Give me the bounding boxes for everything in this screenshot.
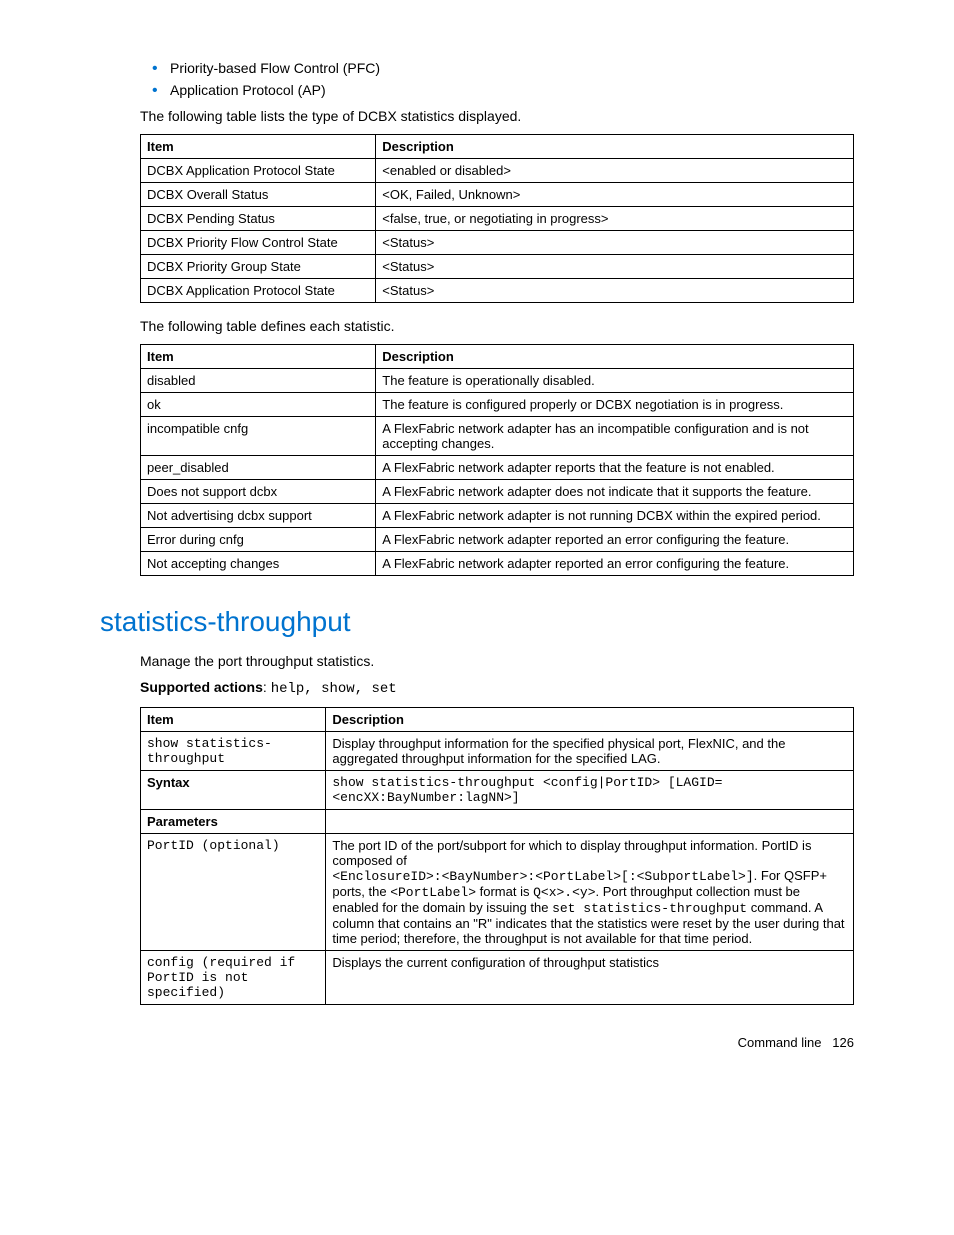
desc-text: format is <box>476 884 533 899</box>
table-cell: Parameters <box>141 810 326 834</box>
table-cell: Syntax <box>141 771 326 810</box>
table-cell: A FlexFabric network adapter is not runn… <box>376 504 854 528</box>
supported-actions: Supported actions: help, show, set <box>140 679 854 697</box>
table-cell: show statistics-throughput <config|PortI… <box>326 771 854 810</box>
section-intro: Manage the port throughput statistics. <box>140 653 854 669</box>
footer-page: 126 <box>832 1035 854 1050</box>
table-header: Description <box>326 708 854 732</box>
table-header: Description <box>376 345 854 369</box>
intro-text-1: The following table lists the type of DC… <box>140 108 854 124</box>
table-cell: DCBX Priority Flow Control State <box>141 231 376 255</box>
table-cell: Displays the current configuration of th… <box>326 951 854 1005</box>
table-cell: A FlexFabric network adapter reports tha… <box>376 456 854 480</box>
table-header: Description <box>376 135 854 159</box>
table-cell: <OK, Failed, Unknown> <box>376 183 854 207</box>
table-cell: show statistics-throughput <box>141 732 326 771</box>
table-cell: A FlexFabric network adapter reported an… <box>376 552 854 576</box>
table-cell: The feature is configured properly or DC… <box>376 393 854 417</box>
table-cell: DCBX Application Protocol State <box>141 279 376 303</box>
desc-code: <PortLabel> <box>390 885 476 900</box>
table-cell: peer_disabled <box>141 456 376 480</box>
table-dcbx-definitions: Item Description disabledThe feature is … <box>140 344 854 576</box>
page-footer: Command line 126 <box>100 1035 854 1050</box>
table-cell: The port ID of the port/subport for whic… <box>326 834 854 951</box>
table-cell: <enabled or disabled> <box>376 159 854 183</box>
table-cell: <Status> <box>376 231 854 255</box>
table-cell: The feature is operationally disabled. <box>376 369 854 393</box>
table-cell: <Status> <box>376 279 854 303</box>
supported-actions-list: help, show, set <box>271 681 397 697</box>
table-cell: <false, true, or negotiating in progress… <box>376 207 854 231</box>
table-cell: ok <box>141 393 376 417</box>
table-header: Item <box>141 135 376 159</box>
supported-label: Supported actions <box>140 679 263 695</box>
table-cell: Display throughput information for the s… <box>326 732 854 771</box>
table-cell: DCBX Priority Group State <box>141 255 376 279</box>
table-statistics-throughput: Item Description show statistics-through… <box>140 707 854 1005</box>
table-cell: Does not support dcbx <box>141 480 376 504</box>
table-cell: A FlexFabric network adapter has an inco… <box>376 417 854 456</box>
desc-code: <EnclosureID>:<BayNumber>:<PortLabel>[:<… <box>332 869 753 884</box>
table-dcbx-types: Item Description DCBX Application Protoc… <box>140 134 854 303</box>
bullet-list: Priority-based Flow Control (PFC) Applic… <box>140 60 854 98</box>
table-cell: PortID (optional) <box>141 834 326 951</box>
desc-code: Q<x>.<y> <box>533 885 595 900</box>
table-cell: Not advertising dcbx support <box>141 504 376 528</box>
table-cell: DCBX Pending Status <box>141 207 376 231</box>
table-header: Item <box>141 345 376 369</box>
table-cell: incompatible cnfg <box>141 417 376 456</box>
desc-text: The port ID of the port/subport for whic… <box>332 838 811 868</box>
table-header: Item <box>141 708 326 732</box>
table-cell: config (required if PortID is not specif… <box>141 951 326 1005</box>
table-cell: <Status> <box>376 255 854 279</box>
table-cell: disabled <box>141 369 376 393</box>
bullet-item: Application Protocol (AP) <box>170 82 854 98</box>
section-heading: statistics-throughput <box>100 606 854 638</box>
bullet-item: Priority-based Flow Control (PFC) <box>170 60 854 76</box>
footer-label: Command line <box>738 1035 822 1050</box>
table-cell: Error during cnfg <box>141 528 376 552</box>
intro-text-2: The following table defines each statist… <box>140 318 854 334</box>
table-cell: DCBX Overall Status <box>141 183 376 207</box>
table-cell: DCBX Application Protocol State <box>141 159 376 183</box>
table-cell <box>326 810 854 834</box>
desc-code: set statistics-throughput <box>552 901 747 916</box>
table-cell: A FlexFabric network adapter does not in… <box>376 480 854 504</box>
table-cell: A FlexFabric network adapter reported an… <box>376 528 854 552</box>
table-cell: Not accepting changes <box>141 552 376 576</box>
